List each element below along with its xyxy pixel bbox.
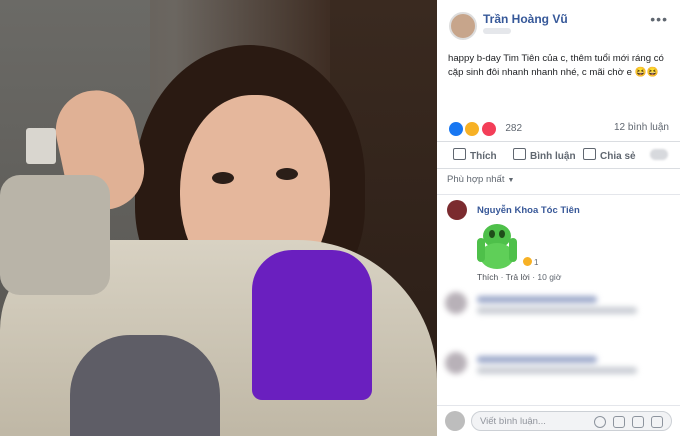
emoji-icon[interactable] xyxy=(594,416,606,428)
post-text: happy b-day Tim Tiên của c, thêm tuổi mớ… xyxy=(448,53,664,78)
photo-eye-right xyxy=(276,168,298,180)
comment-sort-label: Phù hợp nhất xyxy=(447,174,505,185)
user-avatar xyxy=(445,411,465,431)
photo-sleeve xyxy=(0,175,110,295)
share-button[interactable]: Chia sẻ xyxy=(583,148,636,162)
like-label: Thích xyxy=(470,151,497,162)
comment-button[interactable]: Bình luận xyxy=(513,148,576,162)
comment-like-button[interactable]: Thích xyxy=(477,272,498,282)
blurred-comment xyxy=(445,352,675,382)
comment-actions: Thích · Trả lời · 10 giờ xyxy=(477,272,562,282)
commenter-name[interactable]: Nguyễn Khoa Tóc Tiên xyxy=(477,205,580,216)
post-actions: Thích Bình luận Chia sẻ xyxy=(437,141,680,169)
blurred-comment xyxy=(445,292,675,322)
haha-reaction-icon xyxy=(464,120,481,137)
comment-composer xyxy=(437,405,680,437)
share-audience[interactable] xyxy=(650,149,668,160)
sticker-icon[interactable] xyxy=(651,416,663,428)
share-label: Chia sẻ xyxy=(600,151,636,162)
author-name[interactable]: Trần Hoàng Vũ xyxy=(483,12,568,26)
comment-reaction[interactable]: 1 xyxy=(523,257,538,267)
comment-label: Bình luận xyxy=(530,151,576,162)
photo-eye-left xyxy=(212,172,234,184)
post-panel: Trần Hoàng Vũ ••• happy b-day Tim Tiên c… xyxy=(437,0,680,437)
share-icon xyxy=(583,148,596,160)
more-icon[interactable]: ••• xyxy=(650,11,668,27)
gif-icon[interactable] xyxy=(632,416,644,428)
camera-icon[interactable] xyxy=(613,416,625,428)
comment-icon xyxy=(513,148,526,160)
author-avatar[interactable] xyxy=(449,12,477,40)
like-button[interactable]: Thích xyxy=(453,148,497,162)
like-reaction-icon xyxy=(448,120,464,137)
reactions-summary[interactable]: 282 xyxy=(448,120,523,137)
comment-reaction-count: 1 xyxy=(534,258,539,267)
haha-reaction-icon xyxy=(523,257,532,266)
comment-time: 10 giờ xyxy=(537,272,562,282)
frog-sticker xyxy=(477,224,517,269)
divider xyxy=(437,194,680,195)
photo-outlet xyxy=(26,128,56,164)
love-reaction-icon xyxy=(480,120,497,137)
comment-reply-button[interactable]: Trả lời xyxy=(506,272,530,282)
post-meta xyxy=(483,28,511,34)
comment-count[interactable]: 12 bình luận xyxy=(614,122,669,133)
post-header: Trần Hoàng Vũ ••• xyxy=(437,0,680,42)
like-icon xyxy=(453,148,466,160)
commenter-avatar[interactable] xyxy=(447,200,467,220)
photo-turtleneck xyxy=(252,250,372,400)
reaction-count: 282 xyxy=(505,123,523,135)
comment-sort[interactable]: Phù hợp nhất ▼ xyxy=(447,174,514,185)
post-photo[interactable] xyxy=(0,0,437,436)
chevron-down-icon: ▼ xyxy=(507,177,515,184)
photo-knee xyxy=(70,335,220,436)
